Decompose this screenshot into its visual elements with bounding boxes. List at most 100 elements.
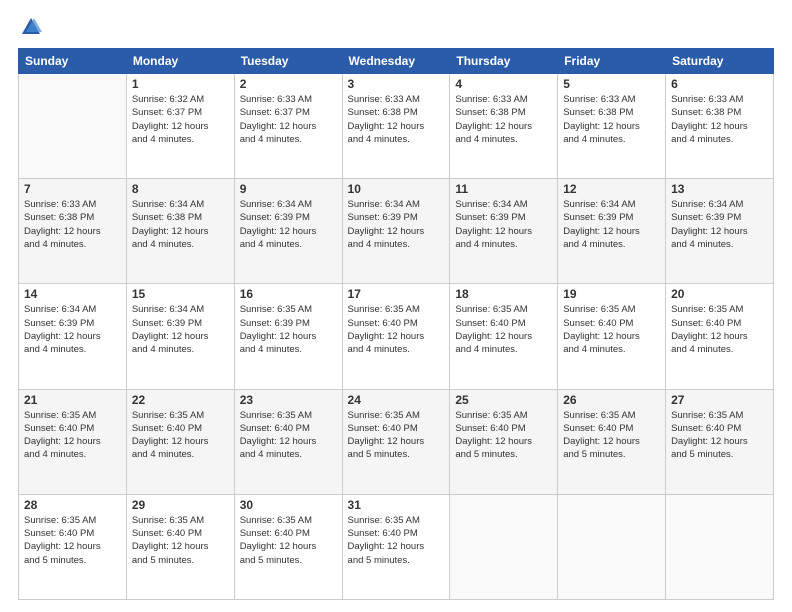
calendar-cell: 8Sunrise: 6:34 AMSunset: 6:38 PMDaylight… [126,179,234,284]
calendar-cell: 6Sunrise: 6:33 AMSunset: 6:38 PMDaylight… [666,74,774,179]
calendar-header-row: SundayMondayTuesdayWednesdayThursdayFrid… [19,49,774,74]
page: SundayMondayTuesdayWednesdayThursdayFrid… [0,0,792,612]
day-number: 2 [240,77,337,91]
calendar-cell: 11 Sunrise: 6:34 AMSunset: 6:39 PMDayligh… [450,179,558,284]
calendar-cell: 22 Sunrise: 6:35 AMSunset: 6:40 PMDayligh… [126,389,234,494]
day-info: Sunrise: 6:35 AMSunset: 6:40 PMDaylight:… [563,409,660,462]
day-info: Sunrise: 6:34 AMSunset: 6:39 PMDaylight:… [24,303,121,356]
calendar-cell: 23 Sunrise: 6:35 AMSunset: 6:40 PMDayligh… [234,389,342,494]
calendar-cell: 17 Sunrise: 6:35 AMSunset: 6:40 PMDayligh… [342,284,450,389]
day-info: Sunrise: 6:33 AMSunset: 6:38 PMDaylight:… [563,93,660,146]
calendar-week-row: 14 Sunrise: 6:34 AMSunset: 6:39 PMDayligh… [19,284,774,389]
day-info: Sunrise: 6:35 AMSunset: 6:39 PMDaylight:… [240,303,337,356]
day-number: 16 [240,287,337,301]
day-number: 15 [132,287,229,301]
day-number: 9 [240,182,337,196]
calendar-cell: 26 Sunrise: 6:35 AMSunset: 6:40 PMDayligh… [558,389,666,494]
day-info: Sunrise: 6:34 AMSunset: 6:39 PMDaylight:… [563,198,660,251]
day-info: Sunrise: 6:35 AMSunset: 6:40 PMDaylight:… [671,303,768,356]
logo [18,16,42,38]
calendar-header-saturday: Saturday [666,49,774,74]
calendar-cell [558,494,666,599]
calendar-cell: 31Sunrise: 6:35 AMSunset: 6:40 PMDayligh… [342,494,450,599]
calendar-cell: 19 Sunrise: 6:35 AMSunset: 6:40 PMDayligh… [558,284,666,389]
day-info: Sunrise: 6:35 AMSunset: 6:40 PMDaylight:… [348,303,445,356]
calendar-cell: 18 Sunrise: 6:35 AMSunset: 6:40 PMDayligh… [450,284,558,389]
day-number: 17 [348,287,445,301]
calendar-cell [666,494,774,599]
day-number: 5 [563,77,660,91]
calendar-cell: 16 Sunrise: 6:35 AMSunset: 6:39 PMDayligh… [234,284,342,389]
calendar-cell: 21 Sunrise: 6:35 AMSunset: 6:40 PMDayligh… [19,389,127,494]
day-info: Sunrise: 6:33 AMSunset: 6:38 PMDaylight:… [348,93,445,146]
day-number: 13 [671,182,768,196]
calendar-week-row: 21 Sunrise: 6:35 AMSunset: 6:40 PMDayligh… [19,389,774,494]
day-number: 26 [563,393,660,407]
day-info: Sunrise: 6:35 AMSunset: 6:40 PMDaylight:… [240,409,337,462]
day-info: Sunrise: 6:34 AMSunset: 6:39 PMDaylight:… [455,198,552,251]
day-info: Sunrise: 6:33 AMSunset: 6:37 PMDaylight:… [240,93,337,146]
day-number: 22 [132,393,229,407]
day-number: 21 [24,393,121,407]
calendar-cell [450,494,558,599]
day-info: Sunrise: 6:34 AMSunset: 6:39 PMDaylight:… [671,198,768,251]
calendar-cell: 15 Sunrise: 6:34 AMSunset: 6:39 PMDayligh… [126,284,234,389]
header [18,16,774,38]
calendar-cell: 25Sunrise: 6:35 AMSunset: 6:40 PMDayligh… [450,389,558,494]
day-info: Sunrise: 6:35 AMSunset: 6:40 PMDaylight:… [348,514,445,567]
day-number: 14 [24,287,121,301]
day-info: Sunrise: 6:35 AMSunset: 6:40 PMDaylight:… [24,409,121,462]
day-number: 24 [348,393,445,407]
day-info: Sunrise: 6:35 AMSunset: 6:40 PMDaylight:… [455,303,552,356]
day-info: Sunrise: 6:33 AMSunset: 6:38 PMDaylight:… [24,198,121,251]
day-info: Sunrise: 6:34 AMSunset: 6:39 PMDaylight:… [132,303,229,356]
day-info: Sunrise: 6:35 AMSunset: 6:40 PMDaylight:… [132,514,229,567]
calendar-cell: 13 Sunrise: 6:34 AMSunset: 6:39 PMDayligh… [666,179,774,284]
calendar-week-row: 7Sunrise: 6:33 AMSunset: 6:38 PMDaylight… [19,179,774,284]
calendar-cell: 24 Sunrise: 6:35 AMSunset: 6:40 PMDayligh… [342,389,450,494]
day-info: Sunrise: 6:35 AMSunset: 6:40 PMDaylight:… [240,514,337,567]
calendar-cell: 30 Sunrise: 6:35 AMSunset: 6:40 PMDayligh… [234,494,342,599]
day-number: 28 [24,498,121,512]
calendar-week-row: 28 Sunrise: 6:35 AMSunset: 6:40 PMDayligh… [19,494,774,599]
calendar-cell: 14 Sunrise: 6:34 AMSunset: 6:39 PMDayligh… [19,284,127,389]
calendar-cell: 9Sunrise: 6:34 AMSunset: 6:39 PMDaylight… [234,179,342,284]
calendar-cell: 27 Sunrise: 6:35 AMSunset: 6:40 PMDayligh… [666,389,774,494]
day-number: 8 [132,182,229,196]
day-number: 23 [240,393,337,407]
calendar-cell: 1 Sunrise: 6:32 AMSunset: 6:37 PMDaylight… [126,74,234,179]
day-number: 20 [671,287,768,301]
calendar-header-thursday: Thursday [450,49,558,74]
day-info: Sunrise: 6:35 AMSunset: 6:40 PMDaylight:… [671,409,768,462]
calendar-cell: 12 Sunrise: 6:34 AMSunset: 6:39 PMDayligh… [558,179,666,284]
day-info: Sunrise: 6:35 AMSunset: 6:40 PMDaylight:… [563,303,660,356]
day-info: Sunrise: 6:35 AMSunset: 6:40 PMDaylight:… [455,409,552,462]
calendar-cell: 7Sunrise: 6:33 AMSunset: 6:38 PMDaylight… [19,179,127,284]
calendar-cell: 3 Sunrise: 6:33 AMSunset: 6:38 PMDaylight… [342,74,450,179]
calendar-cell: 28 Sunrise: 6:35 AMSunset: 6:40 PMDayligh… [19,494,127,599]
day-info: Sunrise: 6:35 AMSunset: 6:40 PMDaylight:… [348,409,445,462]
calendar-cell [19,74,127,179]
calendar-cell: 5 Sunrise: 6:33 AMSunset: 6:38 PMDaylight… [558,74,666,179]
logo-icon [20,16,42,38]
day-number: 12 [563,182,660,196]
calendar-header-wednesday: Wednesday [342,49,450,74]
day-number: 10 [348,182,445,196]
day-number: 27 [671,393,768,407]
calendar-header-friday: Friday [558,49,666,74]
day-info: Sunrise: 6:32 AMSunset: 6:37 PMDaylight:… [132,93,229,146]
calendar-cell: 20 Sunrise: 6:35 AMSunset: 6:40 PMDayligh… [666,284,774,389]
calendar-table: SundayMondayTuesdayWednesdayThursdayFrid… [18,48,774,600]
calendar-header-sunday: Sunday [19,49,127,74]
day-number: 30 [240,498,337,512]
day-number: 1 [132,77,229,91]
day-info: Sunrise: 6:35 AMSunset: 6:40 PMDaylight:… [24,514,121,567]
day-number: 6 [671,77,768,91]
day-number: 18 [455,287,552,301]
calendar-cell: 29Sunrise: 6:35 AMSunset: 6:40 PMDayligh… [126,494,234,599]
calendar-header-monday: Monday [126,49,234,74]
day-info: Sunrise: 6:35 AMSunset: 6:40 PMDaylight:… [132,409,229,462]
day-number: 19 [563,287,660,301]
day-number: 11 [455,182,552,196]
day-number: 3 [348,77,445,91]
